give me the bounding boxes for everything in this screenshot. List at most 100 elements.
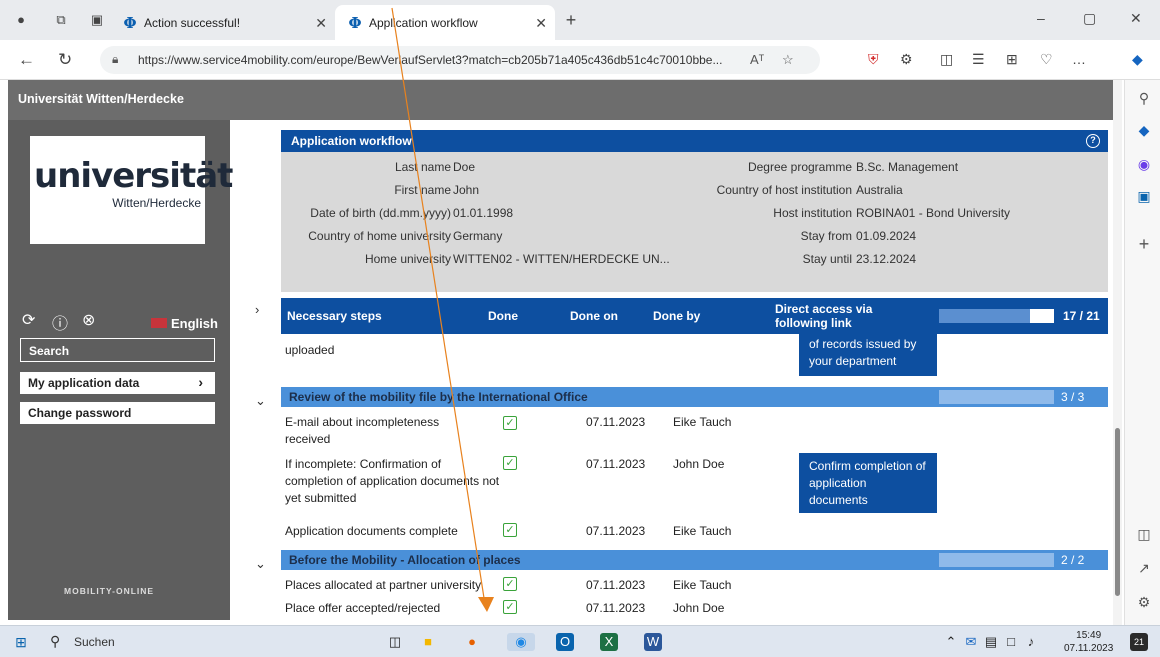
excel-icon[interactable]: X bbox=[600, 633, 618, 651]
step-text: uploaded bbox=[285, 343, 335, 357]
field-value: 01.01.1998 bbox=[453, 206, 514, 220]
outlook-icon[interactable]: ▣ bbox=[1135, 188, 1153, 206]
browser-tab-bar: ● ⧉ ▣ Φ Action successful! ✕ Φ Applicati… bbox=[0, 0, 1160, 40]
collections-icon[interactable]: ⊞ bbox=[1006, 51, 1018, 68]
add-icon[interactable]: + bbox=[1135, 234, 1153, 254]
scrollbar-thumb[interactable] bbox=[1115, 428, 1120, 596]
search-button[interactable]: Search bbox=[20, 338, 215, 362]
sidebar-toggle-icon[interactable]: ◫ bbox=[1135, 526, 1153, 544]
change-password-button[interactable]: Change password bbox=[20, 402, 215, 424]
confirm-completion-link[interactable]: Confirm completion of application docume… bbox=[799, 453, 937, 513]
link-text: of records issued by your department bbox=[809, 337, 917, 368]
help-icon[interactable]: ? bbox=[1086, 134, 1100, 148]
collapse-chevron-icon[interactable]: ⌄ bbox=[255, 556, 266, 572]
settings-gear-icon[interactable]: ⚙ bbox=[1135, 594, 1153, 612]
total-count: 17 / 21 bbox=[1063, 309, 1100, 323]
field-value: ROBINA01 - Bond University bbox=[856, 206, 1011, 220]
workspaces-icon[interactable]: ⧉ bbox=[52, 11, 70, 29]
outlook-app-icon[interactable]: O bbox=[556, 633, 574, 651]
maximize-button[interactable]: ▢ bbox=[1083, 10, 1096, 27]
external-link-icon[interactable]: ↗ bbox=[1135, 560, 1153, 578]
firefox-icon[interactable]: ● bbox=[463, 633, 481, 651]
language-selector[interactable]: English bbox=[151, 316, 218, 331]
field-label: First name bbox=[394, 183, 451, 197]
field-value: 23.12.2024 bbox=[856, 252, 917, 266]
edge-icon[interactable]: ◉ bbox=[507, 633, 535, 651]
network-icon[interactable]: ▤ bbox=[982, 633, 1000, 651]
word-icon[interactable]: W bbox=[644, 633, 662, 651]
reload-icon[interactable]: ⟳ bbox=[22, 310, 35, 330]
step-done-by: Eike Tauch bbox=[673, 578, 732, 592]
favorite-star-icon[interactable]: ☆ bbox=[782, 52, 794, 68]
split-screen-icon[interactable]: ◫ bbox=[940, 51, 953, 68]
volume-icon[interactable]: ♪ bbox=[1022, 633, 1040, 651]
tab-application-workflow[interactable]: Φ Application workflow ✕ bbox=[335, 5, 555, 40]
section-header-review[interactable]: Review of the mobility file by the Inter… bbox=[281, 387, 1108, 407]
tab-action-successful[interactable]: Φ Action successful! ✕ bbox=[110, 5, 335, 40]
help-circle-icon[interactable]: ⓘ bbox=[52, 310, 68, 334]
workflow-title: Application workflow bbox=[291, 134, 412, 148]
section-title: Before the Mobility - Allocation of plac… bbox=[289, 553, 521, 567]
system-clock[interactable]: 15:49 07.11.2023 bbox=[1064, 629, 1113, 655]
chevron-right-icon: › bbox=[198, 374, 203, 390]
left-navigation: universität Witten/Herdecke ⟳ ⓘ ⊗ Englis… bbox=[8, 120, 233, 620]
field-label: Host institution bbox=[773, 206, 852, 220]
field-value: WITTEN02 - WITTEN/HERDECKE UN... bbox=[453, 252, 670, 266]
page-scrollbar[interactable] bbox=[1113, 80, 1122, 625]
uk-flag-icon bbox=[151, 318, 167, 328]
university-name: Universität Witten/Herdecke bbox=[18, 92, 184, 106]
tab-actions-icon[interactable]: ▣ bbox=[88, 11, 106, 29]
checkmark-icon: ✓ bbox=[503, 523, 517, 537]
step-date: 07.11.2023 bbox=[586, 601, 646, 615]
tray-chevron-icon[interactable]: ⌃ bbox=[942, 633, 960, 651]
windows-start-icon[interactable]: ⊞ bbox=[12, 633, 30, 651]
phi-favicon-icon: Φ bbox=[123, 14, 137, 32]
search-icon[interactable]: ⚲ bbox=[1135, 90, 1153, 108]
step-done-by: Eike Tauch bbox=[673, 415, 732, 429]
browser-sidebar: ⚲ ◆ ◉ ▣ + ◫ ↗ ⚙ bbox=[1124, 80, 1160, 625]
close-window-button[interactable]: ✕ bbox=[1130, 10, 1142, 27]
collapse-chevron-icon[interactable]: ⌄ bbox=[255, 393, 266, 409]
back-arrow-icon[interactable]: ← bbox=[18, 50, 35, 70]
shopping-tag-icon[interactable]: ◆ bbox=[1135, 122, 1153, 140]
lock-icon: 🔒︎ bbox=[112, 52, 119, 66]
office-icon[interactable]: ◉ bbox=[1135, 156, 1153, 174]
profile-icon[interactable]: ● bbox=[12, 11, 30, 29]
field-label: Degree programme bbox=[747, 160, 852, 174]
url-field[interactable]: 🔒︎ https://www.service4mobility.com/euro… bbox=[100, 46, 820, 74]
col-done-on: Done on bbox=[570, 309, 618, 323]
expand-chevron-icon[interactable]: › bbox=[255, 302, 259, 317]
file-explorer-icon[interactable]: ■ bbox=[419, 633, 437, 651]
favorites-icon[interactable]: ☰ bbox=[972, 51, 985, 68]
extensions-icon[interactable]: ⚙ bbox=[900, 51, 913, 68]
mail-tray-icon[interactable]: ✉ bbox=[962, 633, 980, 651]
close-tab-icon[interactable]: ✕ bbox=[535, 15, 547, 32]
field-label: Country of host institution bbox=[716, 183, 852, 197]
taskbar-search[interactable]: ⚲ Suchen bbox=[40, 628, 340, 656]
site-header: Universität Witten/Herdecke bbox=[8, 80, 1114, 120]
heart-performance-icon[interactable]: ♡ bbox=[1040, 51, 1053, 68]
refresh-icon[interactable]: ↻ bbox=[58, 50, 72, 70]
more-options-icon[interactable]: … bbox=[1072, 51, 1086, 67]
field-value: Germany bbox=[453, 229, 503, 243]
copilot-icon[interactable]: ◆ bbox=[1132, 51, 1143, 68]
col-done-by: Done by bbox=[653, 309, 701, 323]
display-icon[interactable]: □ bbox=[1002, 633, 1020, 651]
progress-fill bbox=[1030, 309, 1054, 323]
close-circle-icon[interactable]: ⊗ bbox=[82, 310, 95, 330]
shield-extension-icon[interactable]: ⛨ bbox=[868, 51, 879, 68]
section-header-allocation[interactable]: Before the Mobility - Allocation of plac… bbox=[281, 550, 1108, 570]
minimize-button[interactable]: – bbox=[1037, 10, 1045, 26]
task-view-icon[interactable]: ◫ bbox=[386, 633, 404, 651]
new-tab-button[interactable]: + bbox=[562, 11, 580, 29]
section-count: 3 / 3 bbox=[1061, 390, 1085, 404]
my-application-data-button[interactable]: My application data › bbox=[20, 372, 215, 394]
url-text[interactable]: https://www.service4mobility.com/europe/… bbox=[138, 53, 738, 67]
checkmark-icon: ✓ bbox=[503, 577, 517, 591]
step-date: 07.11.2023 bbox=[586, 578, 646, 592]
field-label: Home university bbox=[364, 252, 451, 266]
notifications-badge[interactable]: 21 bbox=[1130, 633, 1148, 651]
close-tab-icon[interactable]: ✕ bbox=[315, 15, 327, 32]
read-aloud-icon[interactable]: Aᵀ bbox=[750, 52, 764, 67]
checkmark-icon: ✓ bbox=[503, 456, 517, 470]
